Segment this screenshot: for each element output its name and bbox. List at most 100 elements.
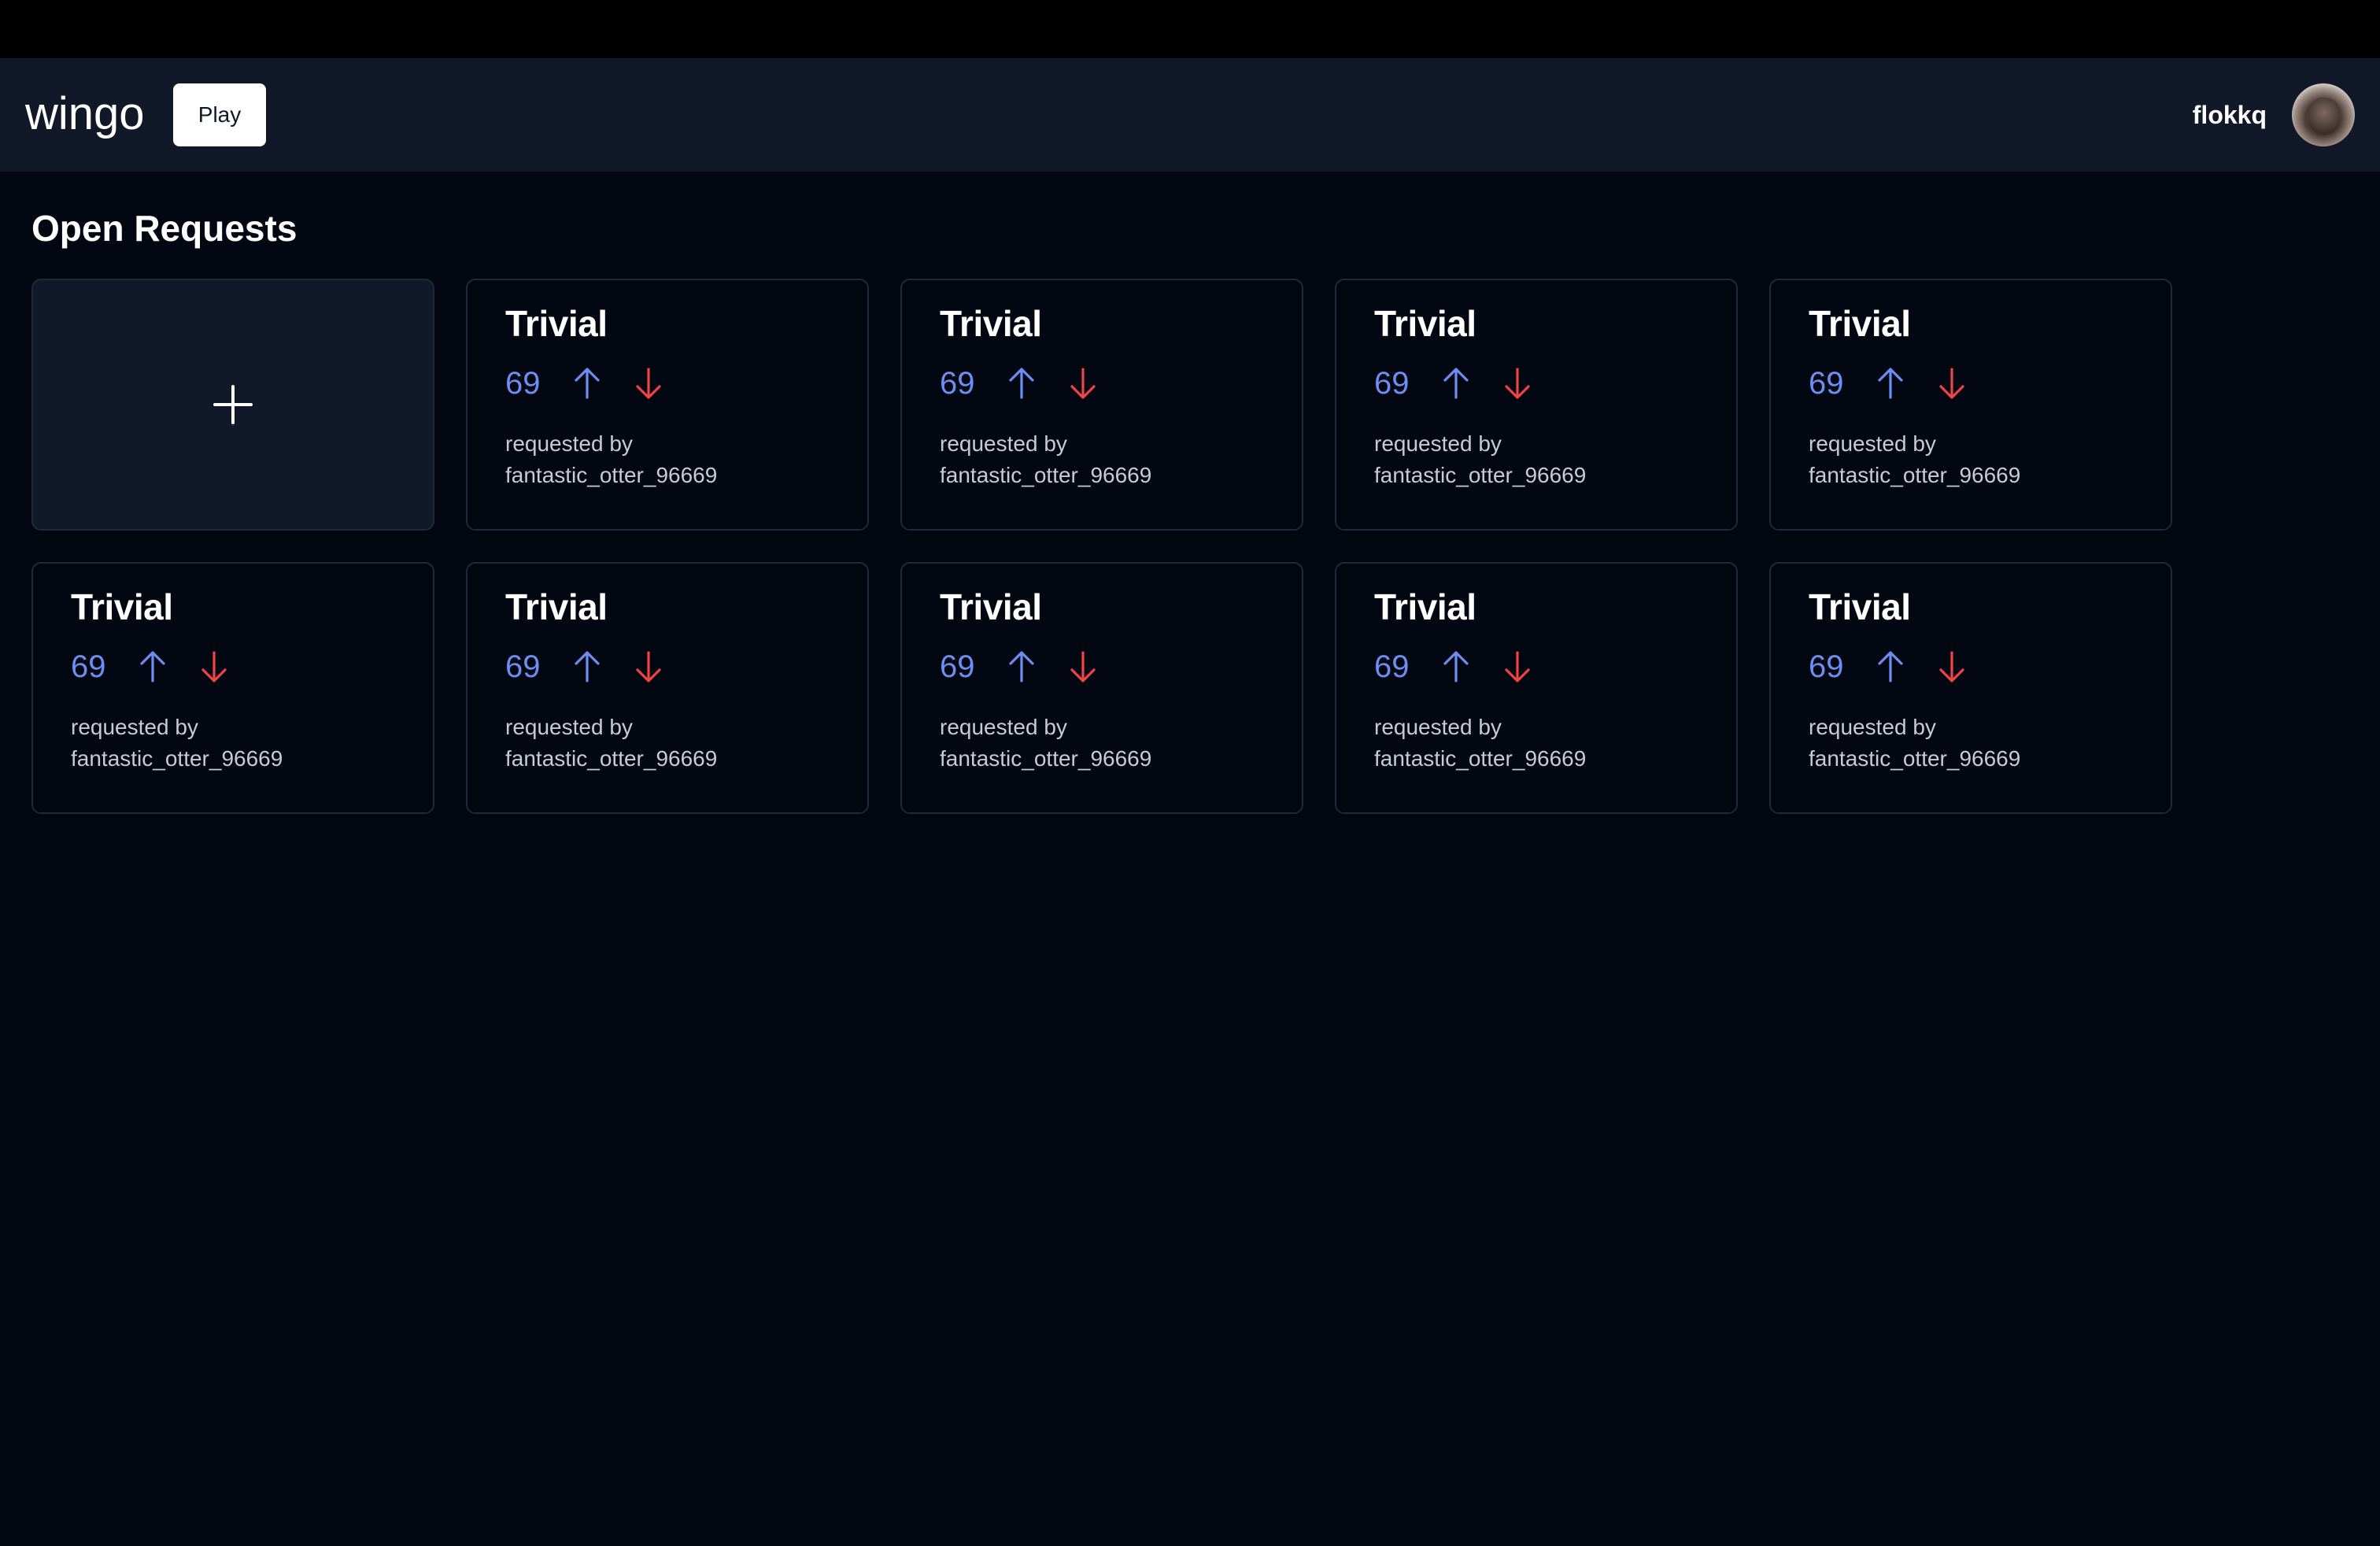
request-card[interactable]: Trivial 69 requested by fantastic_otter_…: [1769, 279, 2172, 531]
upvote-button[interactable]: [134, 648, 172, 686]
downvote-button[interactable]: [1933, 364, 1971, 402]
downvote-button[interactable]: [1064, 648, 1102, 686]
requester-name: fantastic_otter_96669: [71, 746, 283, 771]
arrow-up-icon: [575, 651, 600, 682]
vote-row: 69: [940, 356, 1264, 411]
requested-by-label: requested by: [940, 431, 1067, 456]
vote-score: 69: [505, 365, 541, 401]
vote-score: 69: [940, 365, 975, 401]
requester-name: fantastic_otter_96669: [940, 746, 1152, 771]
request-title: Trivial: [71, 586, 173, 627]
requester-name: fantastic_otter_96669: [940, 463, 1152, 487]
requested-by-label: requested by: [71, 715, 198, 739]
vote-row: 69: [1374, 639, 1698, 694]
upvote-button[interactable]: [1003, 648, 1040, 686]
vote-score: 69: [1374, 365, 1410, 401]
request-card[interactable]: Trivial 69 requested by fantastic_otter_…: [466, 279, 869, 531]
downvote-button[interactable]: [1933, 648, 1971, 686]
request-title: Trivial: [1374, 303, 1476, 344]
request-title: Trivial: [1374, 586, 1476, 627]
plus-icon: [213, 385, 253, 424]
requester-name: fantastic_otter_96669: [505, 463, 718, 487]
arrow-down-icon: [1070, 651, 1096, 682]
downvote-button[interactable]: [630, 364, 667, 402]
request-card[interactable]: Trivial 69 requested by fantastic_otter_…: [31, 562, 434, 814]
upvote-button[interactable]: [568, 364, 606, 402]
request-title: Trivial: [1809, 586, 1911, 627]
logo[interactable]: wingo: [25, 82, 145, 146]
requested-by-label: requested by: [505, 431, 633, 456]
request-title: Trivial: [505, 586, 608, 627]
request-card[interactable]: Trivial 69 requested by fantastic_otter_…: [1769, 562, 2172, 814]
vote-score: 69: [1809, 649, 1844, 684]
arrow-down-icon: [1939, 368, 1964, 399]
arrow-up-icon: [140, 651, 165, 682]
page-title: Open Requests: [31, 208, 298, 249]
vote-score: 69: [1374, 649, 1410, 684]
requested-by-label: requested by: [1374, 431, 1502, 456]
username[interactable]: flokkq: [2193, 94, 2267, 135]
vote-row: 69: [505, 356, 830, 411]
requester-name: fantastic_otter_96669: [505, 746, 718, 771]
arrow-up-icon: [1443, 651, 1469, 682]
avatar[interactable]: [2292, 83, 2355, 146]
requested-by-label: requested by: [1374, 715, 1502, 739]
request-title: Trivial: [505, 303, 608, 344]
request-grid: Trivial 69 requested by fantastic_otter_…: [31, 279, 2172, 814]
arrow-up-icon: [575, 368, 600, 399]
vote-row: 69: [1809, 356, 2133, 411]
arrow-down-icon: [1505, 651, 1530, 682]
downvote-button[interactable]: [1064, 364, 1102, 402]
vote-score: 69: [940, 649, 975, 684]
request-card[interactable]: Trivial 69 requested by fantastic_otter_…: [1335, 562, 1738, 814]
upvote-button[interactable]: [1437, 648, 1475, 686]
avatar-image: [2308, 98, 2341, 135]
add-request-button[interactable]: [31, 279, 434, 531]
arrow-down-icon: [201, 651, 227, 682]
arrow-down-icon: [1070, 368, 1096, 399]
request-title: Trivial: [940, 303, 1042, 344]
vote-score: 69: [71, 649, 106, 684]
arrow-down-icon: [636, 651, 661, 682]
upvote-button[interactable]: [568, 648, 606, 686]
requested-by-label: requested by: [1809, 715, 1936, 739]
downvote-button[interactable]: [195, 648, 233, 686]
upvote-button[interactable]: [1437, 364, 1475, 402]
request-card[interactable]: Trivial 69 requested by fantastic_otter_…: [900, 279, 1303, 531]
window-top-bar: [0, 0, 2380, 58]
vote-row: 69: [71, 639, 395, 694]
requested-by-label: requested by: [940, 715, 1067, 739]
vote-row: 69: [940, 639, 1264, 694]
arrow-down-icon: [636, 368, 661, 399]
requester-name: fantastic_otter_96669: [1374, 746, 1587, 771]
arrow-up-icon: [1878, 368, 1903, 399]
vote-row: 69: [1374, 356, 1698, 411]
vote-row: 69: [1809, 639, 2133, 694]
upvote-button[interactable]: [1872, 364, 1909, 402]
vote-row: 69: [505, 639, 830, 694]
arrow-up-icon: [1009, 368, 1034, 399]
request-card[interactable]: Trivial 69 requested by fantastic_otter_…: [900, 562, 1303, 814]
navbar: wingo Play flokkq: [0, 58, 2380, 172]
downvote-button[interactable]: [630, 648, 667, 686]
request-title: Trivial: [1809, 303, 1911, 344]
arrow-up-icon: [1878, 651, 1903, 682]
upvote-button[interactable]: [1003, 364, 1040, 402]
vote-score: 69: [505, 649, 541, 684]
requester-name: fantastic_otter_96669: [1374, 463, 1587, 487]
upvote-button[interactable]: [1872, 648, 1909, 686]
request-card[interactable]: Trivial 69 requested by fantastic_otter_…: [466, 562, 869, 814]
arrow-down-icon: [1939, 651, 1964, 682]
play-button[interactable]: Play: [173, 83, 266, 146]
downvote-button[interactable]: [1499, 364, 1536, 402]
requester-name: fantastic_otter_96669: [1809, 463, 2021, 487]
downvote-button[interactable]: [1499, 648, 1536, 686]
requester-name: fantastic_otter_96669: [1809, 746, 2021, 771]
requested-by-label: requested by: [505, 715, 633, 739]
arrow-up-icon: [1009, 651, 1034, 682]
request-card[interactable]: Trivial 69 requested by fantastic_otter_…: [1335, 279, 1738, 531]
requested-by-label: requested by: [1809, 431, 1936, 456]
arrow-up-icon: [1443, 368, 1469, 399]
request-title: Trivial: [940, 586, 1042, 627]
vote-score: 69: [1809, 365, 1844, 401]
